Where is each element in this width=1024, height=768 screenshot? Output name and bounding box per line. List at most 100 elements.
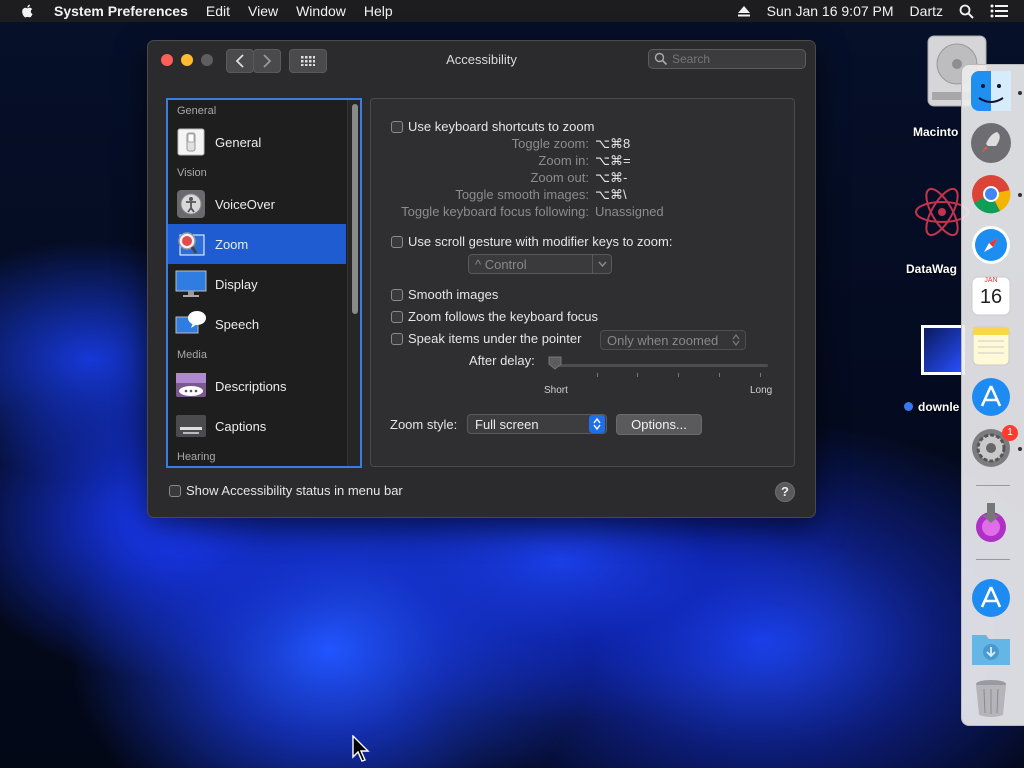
status-menu-checkbox[interactable] [169, 485, 181, 497]
slider-tick [597, 373, 598, 377]
menu-clock[interactable]: Sun Jan 16 9:07 PM [767, 3, 894, 19]
app-store-icon[interactable] [970, 376, 1012, 418]
eject-icon[interactable] [737, 5, 751, 17]
running-indicator [1018, 91, 1022, 95]
zoom-style-popup[interactable]: Full screen [467, 414, 607, 434]
shortcut-key-zoom-in: ⌥⌘= [595, 153, 631, 168]
sidebar[interactable]: General General Vision VoiceOver Zoom Di… [166, 98, 362, 468]
modifier-key-popup[interactable]: ^ Control [468, 254, 612, 274]
captions-icon [175, 411, 207, 441]
safari-compass-icon[interactable] [970, 224, 1012, 266]
delay-slider-track[interactable] [556, 364, 768, 367]
sidebar-item-captions[interactable]: Captions [168, 406, 346, 446]
shortcut-key-keyboard-focus: Unassigned [595, 204, 664, 219]
dock-separator [976, 485, 1010, 486]
download-status-dot-icon [904, 402, 913, 411]
zoom-style-value: Full screen [475, 416, 539, 432]
desktop-label-datawagon[interactable]: DataWag [906, 262, 957, 276]
sidebar-scrollbar[interactable] [347, 100, 360, 466]
dock-separator [976, 559, 1010, 560]
notification-center-icon[interactable] [990, 4, 1008, 18]
menu-view[interactable]: View [248, 3, 278, 19]
menu-help[interactable]: Help [364, 3, 393, 19]
notes-icon[interactable] [970, 325, 1012, 367]
speak-items-value: Only when zoomed [607, 332, 719, 348]
sidebar-item-label: Zoom [215, 236, 249, 252]
shortcut-key-smooth-images: ⌥⌘\ [595, 187, 627, 202]
sidebar-item-voiceover[interactable]: VoiceOver [168, 184, 346, 224]
shortcut-key-zoom-out: ⌥⌘- [595, 170, 628, 185]
smooth-images-label: Smooth images [408, 287, 499, 302]
dock: JAN 16 1 [961, 64, 1024, 726]
modifier-key-value: ^ Control [475, 256, 527, 272]
shortcut-label-zoom-out: Zoom out: [530, 170, 589, 185]
accessibility-window: Accessibility General General Vision Voi… [147, 40, 816, 518]
calendar-day: 16 [979, 286, 1003, 308]
search-input[interactable] [668, 52, 802, 66]
download-thumbnail-icon[interactable] [921, 325, 965, 375]
updown-arrows-icon [727, 331, 745, 349]
title-bar[interactable]: Accessibility [148, 41, 815, 79]
general-switch-icon [175, 127, 207, 157]
sidebar-item-label: Captions [215, 418, 267, 434]
keyboard-shortcuts-checkbox[interactable] [391, 121, 403, 133]
running-indicator [1018, 193, 1022, 197]
slider-tick [719, 373, 720, 377]
app-store-download-icon[interactable] [970, 577, 1012, 619]
search-icon [654, 52, 668, 66]
running-indicator [1018, 447, 1022, 451]
finder-icon[interactable] [970, 70, 1012, 112]
keyboard-shortcuts-label: Use keyboard shortcuts to zoom [408, 119, 595, 134]
downloader-app-icon[interactable] [970, 501, 1012, 543]
slider-max-label: Long [750, 385, 773, 396]
menu-edit[interactable]: Edit [206, 3, 230, 19]
sidebar-item-speech[interactable]: Speech [168, 304, 346, 344]
launchpad-rocket-icon[interactable] [970, 122, 1012, 164]
menu-bar: System Preferences Edit View Window Help… [0, 0, 1024, 22]
shortcut-label-zoom-in: Zoom in: [538, 153, 589, 168]
desktop-label-macintosh[interactable]: Macinto [913, 125, 958, 139]
follow-focus-checkbox[interactable] [391, 311, 403, 323]
notification-badge: 1 [1002, 425, 1018, 441]
apple-menu-icon[interactable] [18, 3, 38, 19]
display-monitor-icon [175, 269, 207, 299]
follow-focus-label: Zoom follows the keyboard focus [408, 309, 599, 324]
shortcut-label-toggle-zoom: Toggle zoom: [511, 136, 589, 151]
scroll-gesture-checkbox[interactable] [391, 236, 403, 248]
after-delay-label: After delay: [469, 353, 535, 368]
scrollbar-thumb[interactable] [352, 104, 358, 314]
chevron-down-icon [592, 255, 611, 273]
sidebar-item-label: Speech [215, 316, 260, 332]
sidebar-item-descriptions[interactable]: Descriptions [168, 366, 346, 406]
trash-icon[interactable] [970, 677, 1012, 719]
chrome-icon[interactable] [970, 173, 1012, 215]
spotlight-search-icon[interactable] [959, 4, 974, 19]
smooth-images-checkbox[interactable] [391, 289, 403, 301]
speak-items-label: Speak items under the pointer [408, 331, 582, 346]
sidebar-section-media: Media [177, 349, 207, 361]
delay-slider-knob[interactable] [548, 356, 562, 370]
descriptions-icon [175, 371, 207, 401]
status-menu-label: Show Accessibility status in menu bar [186, 483, 403, 498]
menu-window[interactable]: Window [296, 3, 346, 19]
desktop-label-download[interactable]: downle [918, 400, 959, 414]
voiceover-icon [175, 189, 207, 219]
downloads-folder-icon[interactable] [970, 627, 1012, 669]
sidebar-item-label: General [215, 134, 262, 150]
zoom-settings-pane: Use keyboard shortcuts to zoom Toggle zo… [370, 98, 795, 467]
sidebar-item-display[interactable]: Display [168, 264, 346, 304]
speak-items-checkbox[interactable] [391, 333, 403, 345]
help-button[interactable]: ? [775, 482, 795, 502]
slider-tick [678, 373, 679, 377]
menu-user[interactable]: Dartz [910, 3, 943, 19]
slider-tick [760, 373, 761, 377]
search-field[interactable] [648, 49, 806, 69]
menu-app-name[interactable]: System Preferences [54, 3, 188, 19]
sidebar-item-general[interactable]: General [168, 122, 346, 162]
sidebar-item-zoom[interactable]: Zoom [168, 224, 346, 264]
zoom-style-label: Zoom style: [390, 417, 458, 432]
speak-items-popup[interactable]: Only when zoomed [600, 330, 746, 350]
slider-tick [637, 373, 638, 377]
slider-min-label: Short [544, 385, 568, 396]
options-button[interactable]: Options... [616, 414, 702, 435]
